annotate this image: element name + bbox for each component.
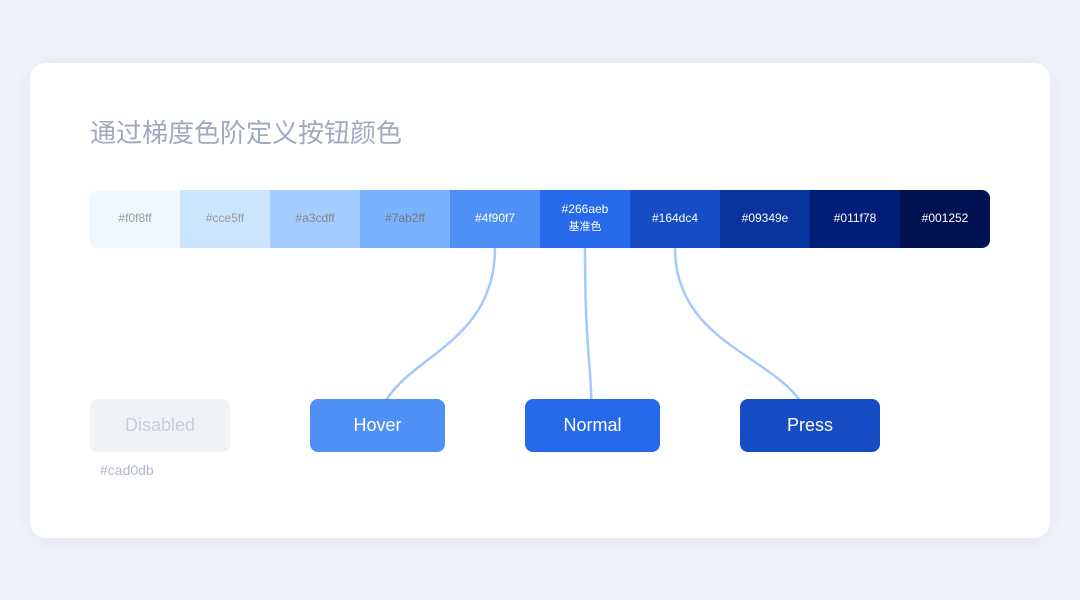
palette-item-3: #7ab2ff <box>360 190 450 248</box>
palette-item-7: #09349e <box>720 190 810 248</box>
palette-item-5: #266aeb基准色 <box>540 190 630 248</box>
main-card: 通过梯度色阶定义按钮颜色 #f0f8ff#cce5ff#a3cdff#7ab2f… <box>30 63 1050 538</box>
palette-item-6: #164dc4 <box>630 190 720 248</box>
palette-item-8: #011f78 <box>810 190 900 248</box>
palette-item-9: #001252 <box>900 190 990 248</box>
palette-item-1: #cce5ff <box>180 190 270 248</box>
hover-button[interactable]: Hover <box>310 399 445 452</box>
disabled-col: Disabled #cad0db <box>90 399 230 478</box>
disabled-button: Disabled <box>90 399 230 452</box>
palette-item-4: #4f90f7 <box>450 190 540 248</box>
normal-button[interactable]: Normal <box>525 399 660 452</box>
palette-item-0: #f0f8ff <box>90 190 180 248</box>
palette-item-2: #a3cdff <box>270 190 360 248</box>
page-title: 通过梯度色阶定义按钮颜色 <box>90 113 990 150</box>
color-palette: #f0f8ff#cce5ff#a3cdff#7ab2ff#4f90f7#266a… <box>90 190 990 248</box>
press-button[interactable]: Press <box>740 399 880 452</box>
disabled-hex-label: #cad0db <box>90 462 154 478</box>
